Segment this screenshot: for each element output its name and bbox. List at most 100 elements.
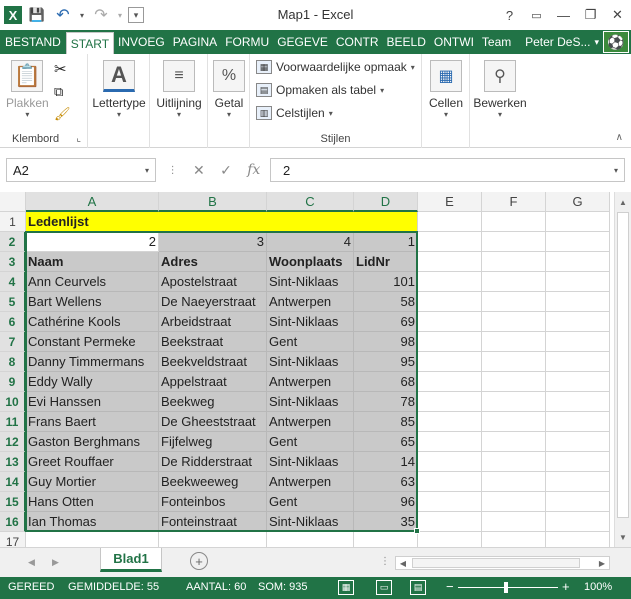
column-header-b[interactable]: B (159, 192, 267, 212)
cell[interactable]: 4 (267, 232, 354, 252)
zoom-out-icon[interactable]: − (446, 579, 454, 594)
table-cell[interactable]: Appelstraat (159, 372, 267, 392)
cancel-icon[interactable]: ✕ (193, 162, 205, 179)
row-header-9[interactable]: 9 (0, 372, 26, 392)
vertical-scrollbar[interactable]: ▲ ▼ (614, 192, 631, 547)
table-cell[interactable]: Beekweeweg (159, 472, 267, 492)
sheet-tab-blad1[interactable]: Blad1 (100, 548, 162, 572)
table-cell[interactable]: 68 (354, 372, 418, 392)
minimize-button[interactable]: — (550, 0, 577, 30)
fill-handle[interactable] (414, 528, 420, 534)
tab-start[interactable]: START (65, 32, 115, 54)
column-header-e[interactable]: E (418, 192, 482, 212)
empty-cell[interactable] (418, 412, 482, 432)
empty-cell[interactable] (546, 432, 610, 452)
empty-cell[interactable] (546, 472, 610, 492)
empty-cell[interactable] (546, 292, 610, 312)
empty-cell[interactable] (546, 532, 610, 547)
empty-cell[interactable] (418, 392, 482, 412)
row-header-1[interactable]: 1 (0, 212, 26, 232)
ribbon-display-options-icon[interactable]: ▭ (523, 0, 550, 30)
table-cell[interactable]: Danny Timmermans (26, 352, 159, 372)
table-cell[interactable]: Hans Otten (26, 492, 159, 512)
font-button[interactable]: A Lettertype ▾ (92, 60, 146, 119)
add-sheet-icon[interactable]: + (190, 552, 208, 570)
table-cell[interactable]: Bart Wellens (26, 292, 159, 312)
collapse-ribbon-icon[interactable]: ∧ (616, 132, 623, 143)
tab-gegevens[interactable]: GEGEVE (273, 30, 332, 54)
empty-cell[interactable] (546, 352, 610, 372)
save-icon[interactable]: 💾 (26, 4, 48, 26)
empty-cell[interactable] (418, 332, 482, 352)
dialog-launcher-icon[interactable]: ⌞ (76, 133, 81, 144)
row-header-2[interactable]: 2 (0, 232, 26, 252)
table-cell[interactable]: Antwerpen (267, 292, 354, 312)
empty-cell[interactable] (482, 432, 546, 452)
paste-button[interactable]: 📋 Plakken ▾ (6, 60, 49, 119)
column-title-cell[interactable]: Adres (159, 252, 267, 272)
table-cell[interactable]: 98 (354, 332, 418, 352)
table-cell[interactable]: Gent (267, 432, 354, 452)
zoom-slider-track[interactable] (458, 587, 558, 588)
active-cell[interactable]: 2 (26, 232, 159, 252)
row-header-6[interactable]: 6 (0, 312, 26, 332)
close-button[interactable]: ✕ (604, 0, 631, 30)
row-header-14[interactable]: 14 (0, 472, 26, 492)
table-cell[interactable]: Apostelstraat (159, 272, 267, 292)
tab-formules[interactable]: FORMU (221, 30, 273, 54)
table-cell[interactable]: 96 (354, 492, 418, 512)
empty-cell[interactable] (418, 312, 482, 332)
row-header-12[interactable]: 12 (0, 432, 26, 452)
table-cell[interactable]: Fonteinbos (159, 492, 267, 512)
table-cell[interactable]: 85 (354, 412, 418, 432)
empty-cell[interactable] (546, 272, 610, 292)
empty-cell[interactable] (482, 452, 546, 472)
empty-cell[interactable] (418, 252, 482, 272)
empty-cell[interactable] (354, 532, 418, 547)
table-cell[interactable]: 78 (354, 392, 418, 412)
empty-cell[interactable] (482, 292, 546, 312)
empty-cell[interactable] (482, 492, 546, 512)
table-cell[interactable]: Gaston Berghmans (26, 432, 159, 452)
editing-button[interactable]: ⚲ Bewerken ▾ (473, 60, 527, 119)
table-cell[interactable]: De Gheeststraat (159, 412, 267, 432)
table-cell[interactable]: 69 (354, 312, 418, 332)
horizontal-scrollbar[interactable]: ◀ ▶ (395, 556, 610, 570)
customize-qat-icon[interactable]: ▾ (128, 7, 144, 23)
empty-cell[interactable] (482, 232, 546, 252)
scroll-up-icon[interactable]: ▲ (615, 194, 631, 210)
empty-cell[interactable] (482, 372, 546, 392)
row-header-8[interactable]: 8 (0, 352, 26, 372)
table-cell[interactable]: 63 (354, 472, 418, 492)
row-header-15[interactable]: 15 (0, 492, 26, 512)
empty-cell[interactable] (546, 512, 610, 532)
cell-styles-button[interactable]: ▥ Celstijlen ▾ (256, 106, 333, 120)
empty-cell[interactable] (482, 252, 546, 272)
next-sheet-icon[interactable]: ▶ (52, 557, 59, 568)
column-header-a[interactable]: A (26, 192, 159, 212)
formula-input[interactable]: 2 ▾ (270, 158, 625, 182)
undo-dropdown-icon[interactable]: ▾ (78, 4, 86, 26)
table-cell[interactable]: Antwerpen (267, 412, 354, 432)
column-header-g[interactable]: G (546, 192, 610, 212)
row-header-17[interactable]: 17 (0, 532, 26, 547)
table-cell[interactable]: Constant Permeke (26, 332, 159, 352)
cell[interactable] (159, 212, 267, 232)
tab-bestand[interactable]: BESTAND (0, 30, 66, 54)
empty-cell[interactable] (546, 252, 610, 272)
table-cell[interactable]: Fonteinstraat (159, 512, 267, 532)
scroll-right-icon[interactable]: ▶ (595, 557, 609, 569)
table-cell[interactable]: De Naeyerstraat (159, 292, 267, 312)
table-cell[interactable]: Eddy Wally (26, 372, 159, 392)
undo-icon[interactable]: ↶ (52, 4, 74, 26)
alignment-button[interactable]: ≡ Uitlijning ▾ (154, 60, 204, 119)
zoom-in-icon[interactable]: + (562, 579, 570, 594)
cell[interactable]: 1 (354, 232, 418, 252)
empty-cell[interactable] (482, 472, 546, 492)
cell[interactable]: 3 (159, 232, 267, 252)
table-cell[interactable]: Fijfelweg (159, 432, 267, 452)
table-cell[interactable]: Antwerpen (267, 472, 354, 492)
scroll-down-icon[interactable]: ▼ (615, 529, 631, 545)
sheet-title-cell[interactable]: Ledenlijst (26, 212, 159, 232)
empty-cell[interactable] (546, 332, 610, 352)
